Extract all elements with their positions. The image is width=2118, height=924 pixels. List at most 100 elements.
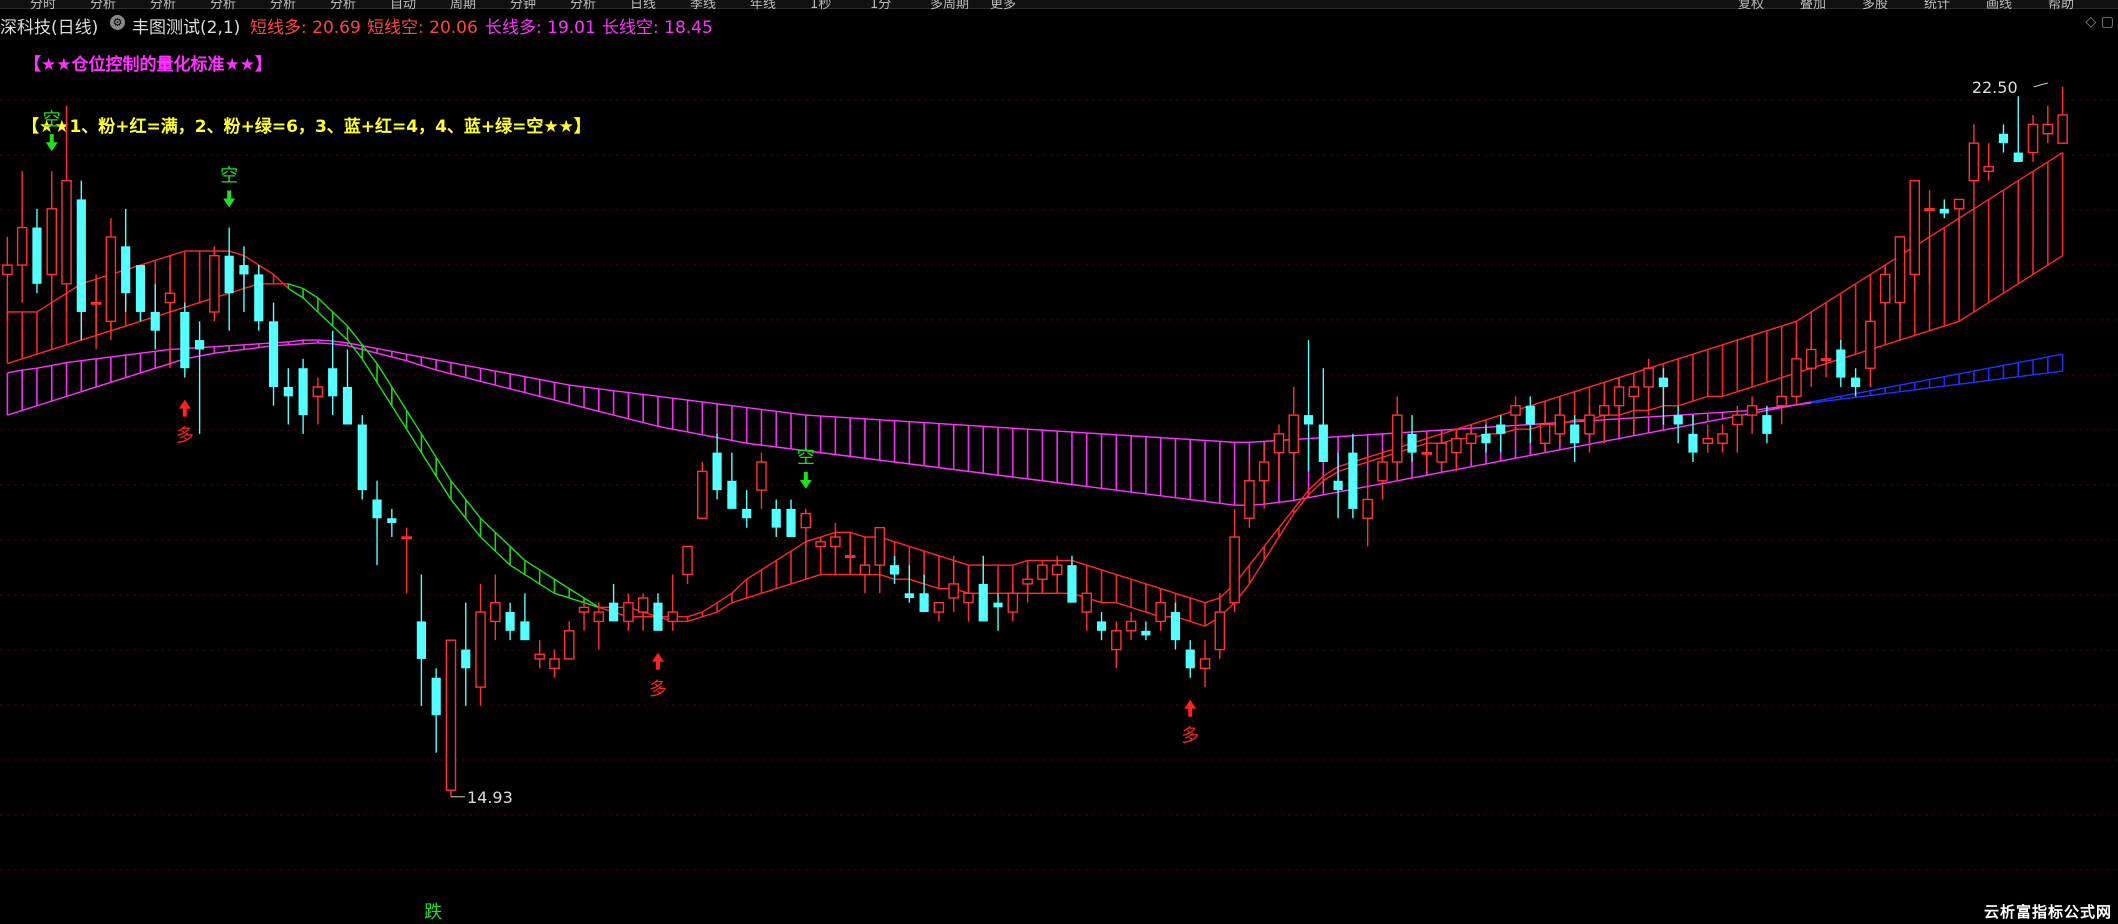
long-ribbon-edge-slow bbox=[406, 360, 422, 367]
long-ribbon-edge-fast bbox=[1885, 390, 1901, 395]
long-ribbon-edge-fast bbox=[1855, 394, 1871, 398]
long-ribbon-edge-slow bbox=[1678, 423, 1694, 428]
candle-body bbox=[1525, 405, 1535, 425]
long-ribbon-edge-fast bbox=[1160, 436, 1176, 440]
candle-body bbox=[889, 565, 900, 575]
short-ribbon-edge-slow bbox=[2017, 273, 2034, 285]
short-ribbon-edge-fast bbox=[1544, 395, 1561, 402]
short-ribbon-edge-slow bbox=[1677, 400, 1694, 407]
kline-chart[interactable]: 空空多多空多跌22.5014.93 bbox=[0, 0, 2118, 924]
buy-arrow-icon bbox=[651, 652, 664, 670]
short-ribbon-edge-slow bbox=[2032, 264, 2049, 276]
long-ribbon-edge-slow bbox=[1559, 446, 1575, 451]
candle-body bbox=[2013, 152, 2023, 162]
short-ribbon-edge-fast bbox=[228, 250, 245, 257]
long-ribbon-edge-slow bbox=[1530, 451, 1546, 457]
long-ribbon-edge-slow bbox=[702, 434, 718, 439]
candle-body bbox=[1407, 433, 1417, 453]
long-ribbon-edge-slow bbox=[1190, 498, 1206, 503]
short-ribbon-edge-fast bbox=[2017, 170, 2034, 182]
long-ribbon-edge-slow bbox=[598, 410, 614, 416]
long-ribbon-edge-fast bbox=[598, 388, 614, 392]
short-ribbon-edge-slow bbox=[1322, 470, 1339, 482]
long-ribbon-edge-slow bbox=[539, 395, 555, 401]
long-ribbon-edge-slow bbox=[1160, 495, 1176, 499]
short-ribbon-edge-slow bbox=[702, 611, 718, 618]
candle-body bbox=[1037, 564, 1048, 580]
long-ribbon-edge-slow bbox=[509, 388, 526, 394]
short-ribbon-edge-fast bbox=[1929, 226, 1945, 238]
long-ribbon-edge-fast bbox=[1604, 418, 1620, 421]
short-ribbon-edge-slow bbox=[1130, 606, 1147, 613]
long-ribbon-edge-slow bbox=[1929, 375, 1945, 381]
candle-body bbox=[609, 602, 619, 622]
candle-body bbox=[682, 545, 693, 576]
long-ribbon-edge-fast bbox=[702, 401, 718, 405]
sell-signal-label: 空 bbox=[220, 166, 238, 187]
short-ribbon-edge-fast bbox=[1175, 592, 1191, 599]
long-ribbon-edge-slow bbox=[450, 373, 466, 379]
watermark: 云析富指标公式网 bbox=[1983, 903, 2112, 921]
short-ribbon-edge-fast bbox=[539, 583, 555, 594]
candle-body bbox=[1598, 405, 1610, 416]
long-ribbon-edge-fast bbox=[1338, 435, 1353, 438]
long-ribbon-edge-fast bbox=[1471, 426, 1487, 429]
candle-body bbox=[1081, 592, 1093, 613]
short-ribbon-edge-fast bbox=[317, 311, 334, 327]
short-ribbon-edge-fast bbox=[1367, 451, 1383, 458]
short-ribbon-edge-slow bbox=[302, 287, 319, 299]
buy-signal-label: 多 bbox=[176, 426, 194, 447]
candle-body bbox=[1273, 433, 1285, 454]
sell-arrow-icon bbox=[45, 134, 58, 152]
long-ribbon-edge-slow bbox=[155, 362, 171, 369]
long-ribbon-edge-slow bbox=[1988, 364, 2004, 369]
candle-body bbox=[1658, 377, 1668, 387]
candle-body bbox=[1628, 386, 1640, 398]
short-ribbon-edge-slow bbox=[539, 569, 555, 580]
long-ribbon-edge-fast bbox=[125, 352, 141, 356]
long-ribbon-edge-slow bbox=[776, 446, 792, 450]
candle-body bbox=[1879, 273, 1891, 304]
short-ribbon-edge-fast bbox=[1248, 545, 1265, 566]
short-ribbon-edge-fast bbox=[1116, 573, 1132, 580]
candle-body bbox=[1067, 565, 1077, 603]
long-ribbon-edge-slow bbox=[1012, 476, 1028, 480]
long-ribbon-edge-slow bbox=[938, 466, 954, 471]
short-ribbon-edge-slow bbox=[1190, 620, 1206, 627]
short-ribbon-edge-slow bbox=[1737, 386, 1753, 393]
long-ribbon-edge-fast bbox=[583, 386, 599, 390]
candle-body bbox=[623, 601, 634, 623]
short-ribbon-edge-fast bbox=[258, 264, 274, 276]
candle-body bbox=[1953, 198, 1965, 210]
candle-body bbox=[1421, 451, 1433, 455]
short-ribbon-edge-fast bbox=[376, 381, 393, 407]
long-ribbon-edge-slow bbox=[303, 342, 318, 345]
long-ribbon-edge-slow bbox=[288, 343, 304, 346]
candle-body bbox=[1051, 564, 1063, 576]
long-ribbon-edge-slow bbox=[1471, 463, 1487, 468]
short-ribbon-edge-slow bbox=[450, 480, 467, 500]
candle-body bbox=[1554, 414, 1566, 435]
candle-body bbox=[1199, 658, 1211, 670]
candle-body bbox=[1348, 452, 1358, 509]
long-ribbon-edge-slow bbox=[1441, 468, 1457, 474]
short-ribbon-edge-slow bbox=[36, 348, 52, 355]
short-ribbon-edge-fast bbox=[1263, 527, 1280, 547]
short-ribbon-edge-fast bbox=[1825, 292, 1842, 304]
candle-body bbox=[1746, 405, 1758, 416]
candle-body bbox=[874, 526, 886, 566]
short-ribbon-edge-fast bbox=[391, 405, 408, 430]
long-ribbon-edge-fast bbox=[1959, 381, 1974, 385]
short-ribbon-edge-slow bbox=[1618, 409, 1635, 416]
sell-signal-label: 空 bbox=[797, 447, 815, 468]
long-ribbon-edge-fast bbox=[81, 358, 97, 362]
long-ribbon-edge-slow bbox=[983, 472, 999, 476]
long-ribbon-edge-slow bbox=[643, 421, 659, 428]
candle-body bbox=[1155, 601, 1166, 623]
short-ribbon-edge-fast bbox=[1130, 578, 1147, 585]
candle-body bbox=[697, 470, 708, 519]
candle-body bbox=[1570, 424, 1580, 444]
long-ribbon-edge-fast bbox=[1648, 415, 1664, 418]
long-ribbon-edge-fast bbox=[938, 422, 954, 426]
long-ribbon-edge-slow bbox=[1648, 429, 1664, 434]
